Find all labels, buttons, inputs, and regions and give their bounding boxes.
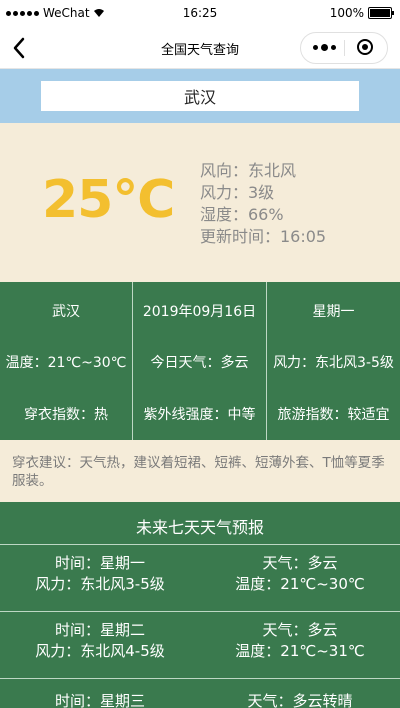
info-date: 2019年09月16日 xyxy=(142,304,257,320)
info-uv: 紫外线强度：中等 xyxy=(143,407,256,423)
info-city: 武汉 xyxy=(52,304,80,320)
update-time: 更新时间：16:05 xyxy=(200,227,327,246)
menu-capsule xyxy=(300,32,388,64)
info-temp-range: 温度：21℃~30℃ xyxy=(5,355,127,371)
info-wind: 风力：东北风3-5级 xyxy=(273,355,394,371)
humidity: 湿度：66% xyxy=(200,205,284,224)
forecast-weather: 天气：多云 xyxy=(262,621,338,639)
status-bar: WeChat 16:25 100% xyxy=(0,0,400,28)
forecast-temp: 温度：21℃~31℃ xyxy=(235,642,365,660)
search-area xyxy=(0,69,400,123)
capsule-divider xyxy=(344,40,345,56)
info-weekday: 星期一 xyxy=(312,304,355,320)
forecast-wind: 风力：东北风4-5级 xyxy=(35,642,165,660)
forecast-day: 时间：星期一 xyxy=(54,554,145,572)
weather-details: 风向：东北风 风力：3级 湿度：66% 更新时间：16:05 xyxy=(200,160,326,248)
battery-percent: 100% xyxy=(329,6,364,20)
info-travel: 旅游指数：较适宜 xyxy=(277,407,390,423)
current-temperature: 25℃ xyxy=(42,170,175,230)
forecast-item: 时间：星期二风力：东北风4-5级 天气：多云温度：21℃~31℃ xyxy=(0,611,400,675)
forecast-day: 时间：星期三 xyxy=(54,692,145,708)
forecast-item: 时间：星期一风力：东北风3-5级 天气：多云温度：21℃~30℃ xyxy=(0,544,400,608)
forecast-title: 未来七天天气预报 xyxy=(135,518,264,537)
info-today-weather: 今日天气：多云 xyxy=(150,355,249,371)
forecast-wind: 风力：东北风3-5级 xyxy=(35,575,165,593)
current-weather: 25℃ 风向：东北风 风力：3级 湿度：66% 更新时间：16:05 xyxy=(0,123,400,282)
forecast-weather: 天气：多云 xyxy=(262,554,338,572)
wind-power: 风力：3级 xyxy=(200,183,275,202)
forecast-weather: 天气：多云转晴 xyxy=(247,692,353,708)
forecast-day: 时间：星期二 xyxy=(54,621,145,639)
info-column-1: 武汉 温度：21℃~30℃ 穿衣指数：热 xyxy=(0,282,133,440)
info-column-3: 星期一 风力：东北风3-5级 旅游指数：较适宜 xyxy=(267,282,400,440)
info-column-2: 2019年09月16日 今日天气：多云 紫外线强度：中等 xyxy=(133,282,267,440)
city-input[interactable] xyxy=(41,81,359,111)
forecast-temp: 温度：21℃~30℃ xyxy=(235,575,365,593)
status-right: 100% xyxy=(329,6,394,20)
dress-advice: 穿衣建议：天气热，建议着短裙、短裤、短薄外套、T恤等夏季服装。 xyxy=(0,440,400,502)
nav-bar: 全国天气查询 xyxy=(0,28,400,69)
advice-text: 穿衣建议：天气热，建议着短裙、短裤、短薄外套、T恤等夏季服装。 xyxy=(12,455,385,489)
wind-direction: 风向：东北风 xyxy=(200,161,297,180)
info-dress-index: 穿衣指数：热 xyxy=(24,407,108,423)
close-target-icon[interactable] xyxy=(357,39,373,55)
more-icon[interactable] xyxy=(313,44,336,51)
battery-icon xyxy=(368,7,394,19)
forecast-section: 未来七天天气预报 时间：星期一 风力：东北风3-5级 天气：多云 温度：21℃~30… xyxy=(0,502,400,708)
forecast-item: 时间：星期三 天气：多云转晴 xyxy=(0,678,400,708)
info-grid: 武汉 温度：21℃~30℃ 穿衣指数：热 2019年09月16日 今日天气：多云… xyxy=(0,282,400,440)
